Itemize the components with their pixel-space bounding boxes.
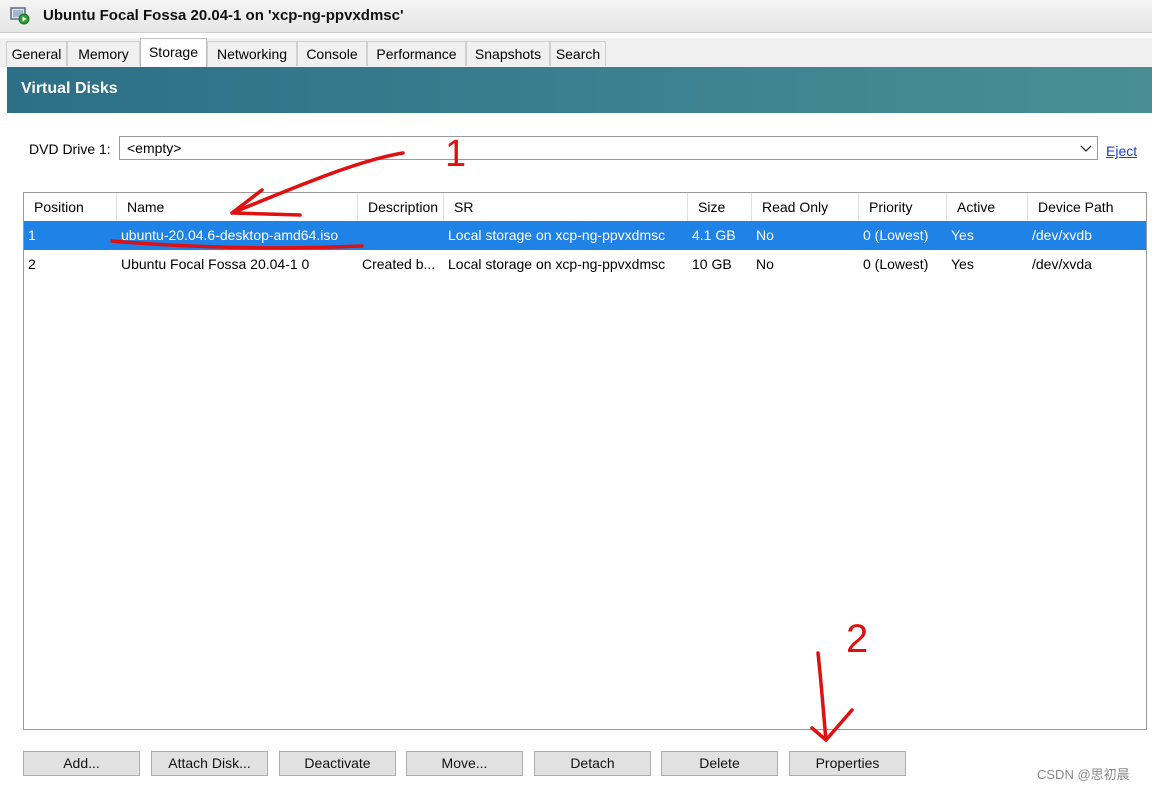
detach-button[interactable]: Detach	[534, 751, 651, 776]
cell-priority: 0 (Lowest)	[863, 227, 929, 243]
vm-running-icon	[10, 7, 30, 25]
cell-active: Yes	[951, 227, 974, 243]
dvd-drive-value: <empty>	[127, 140, 182, 156]
window-titlebar: Ubuntu Focal Fossa 20.04-1 on 'xcp-ng-pp…	[0, 0, 1152, 33]
watermark: CSDN @思初晨	[1037, 767, 1130, 782]
tab-networking[interactable]: Networking	[207, 41, 297, 66]
section-title: Virtual Disks	[21, 80, 118, 97]
table-row[interactable]: 2 Ubuntu Focal Fossa 20.04-1 0 Created b…	[24, 250, 1146, 279]
cell-device-path: /dev/xvdb	[1032, 227, 1092, 243]
delete-button[interactable]: Delete	[661, 751, 778, 776]
cell-description: Created b...	[362, 256, 436, 272]
cell-active: Yes	[951, 256, 974, 272]
cell-device-path: /dev/xvda	[1032, 256, 1092, 272]
column-header-size[interactable]: Size	[688, 193, 752, 221]
tab-performance[interactable]: Performance	[367, 41, 466, 66]
chevron-down-icon[interactable]	[1079, 141, 1093, 155]
tab-storage[interactable]: Storage	[140, 38, 207, 67]
tab-search[interactable]: Search	[550, 41, 606, 66]
column-header-read-only[interactable]: Read Only	[752, 193, 859, 221]
move-button[interactable]: Move...	[406, 751, 523, 776]
dvd-drive-select[interactable]: <empty>	[119, 136, 1098, 160]
column-header-name[interactable]: Name	[117, 193, 358, 221]
cell-position: 1	[28, 227, 36, 243]
table-header: Position Name Description SR Size Read O…	[24, 193, 1146, 222]
column-header-active[interactable]: Active	[947, 193, 1028, 221]
deactivate-button[interactable]: Deactivate	[279, 751, 396, 776]
attach-disk-button[interactable]: Attach Disk...	[151, 751, 268, 776]
tab-console[interactable]: Console	[297, 41, 367, 66]
dvd-drive-label: DVD Drive 1:	[29, 141, 111, 157]
tab-memory[interactable]: Memory	[67, 41, 140, 66]
table-row[interactable]: 1 ubuntu-20.04.6-desktop-amd64.iso Local…	[24, 221, 1146, 250]
cell-description	[358, 221, 444, 250]
cell-position: 2	[28, 256, 36, 272]
cell-priority: 0 (Lowest)	[863, 256, 929, 272]
virtual-disks-table[interactable]: Position Name Description SR Size Read O…	[23, 192, 1147, 730]
column-header-device-path[interactable]: Device Path	[1028, 193, 1146, 221]
cell-sr: Local storage on xcp-ng-ppvxdmsc	[448, 256, 666, 272]
column-header-position[interactable]: Position	[24, 193, 117, 221]
column-header-priority[interactable]: Priority	[859, 193, 947, 221]
cell-name: ubuntu-20.04.6-desktop-amd64.iso	[121, 227, 339, 243]
cell-size: 4.1 GB	[692, 227, 736, 243]
tab-snapshots[interactable]: Snapshots	[466, 41, 550, 66]
properties-button[interactable]: Properties	[789, 751, 906, 776]
tab-bar: General Memory Storage Networking Consol…	[0, 38, 1152, 67]
cell-read-only: No	[756, 227, 774, 243]
column-header-sr[interactable]: SR	[444, 193, 688, 221]
cell-read-only: No	[756, 256, 774, 272]
column-header-description[interactable]: Description	[358, 193, 444, 221]
add-button[interactable]: Add...	[23, 751, 140, 776]
cell-sr: Local storage on xcp-ng-ppvxdmsc	[448, 227, 666, 243]
section-header: Virtual Disks	[7, 67, 1152, 113]
tab-general[interactable]: General	[6, 41, 67, 66]
cell-size: 10 GB	[692, 256, 732, 272]
cell-name: Ubuntu Focal Fossa 20.04-1 0	[121, 256, 310, 272]
eject-link[interactable]: Eject	[1106, 143, 1137, 159]
window-title: Ubuntu Focal Fossa 20.04-1 on 'xcp-ng-pp…	[43, 7, 404, 24]
